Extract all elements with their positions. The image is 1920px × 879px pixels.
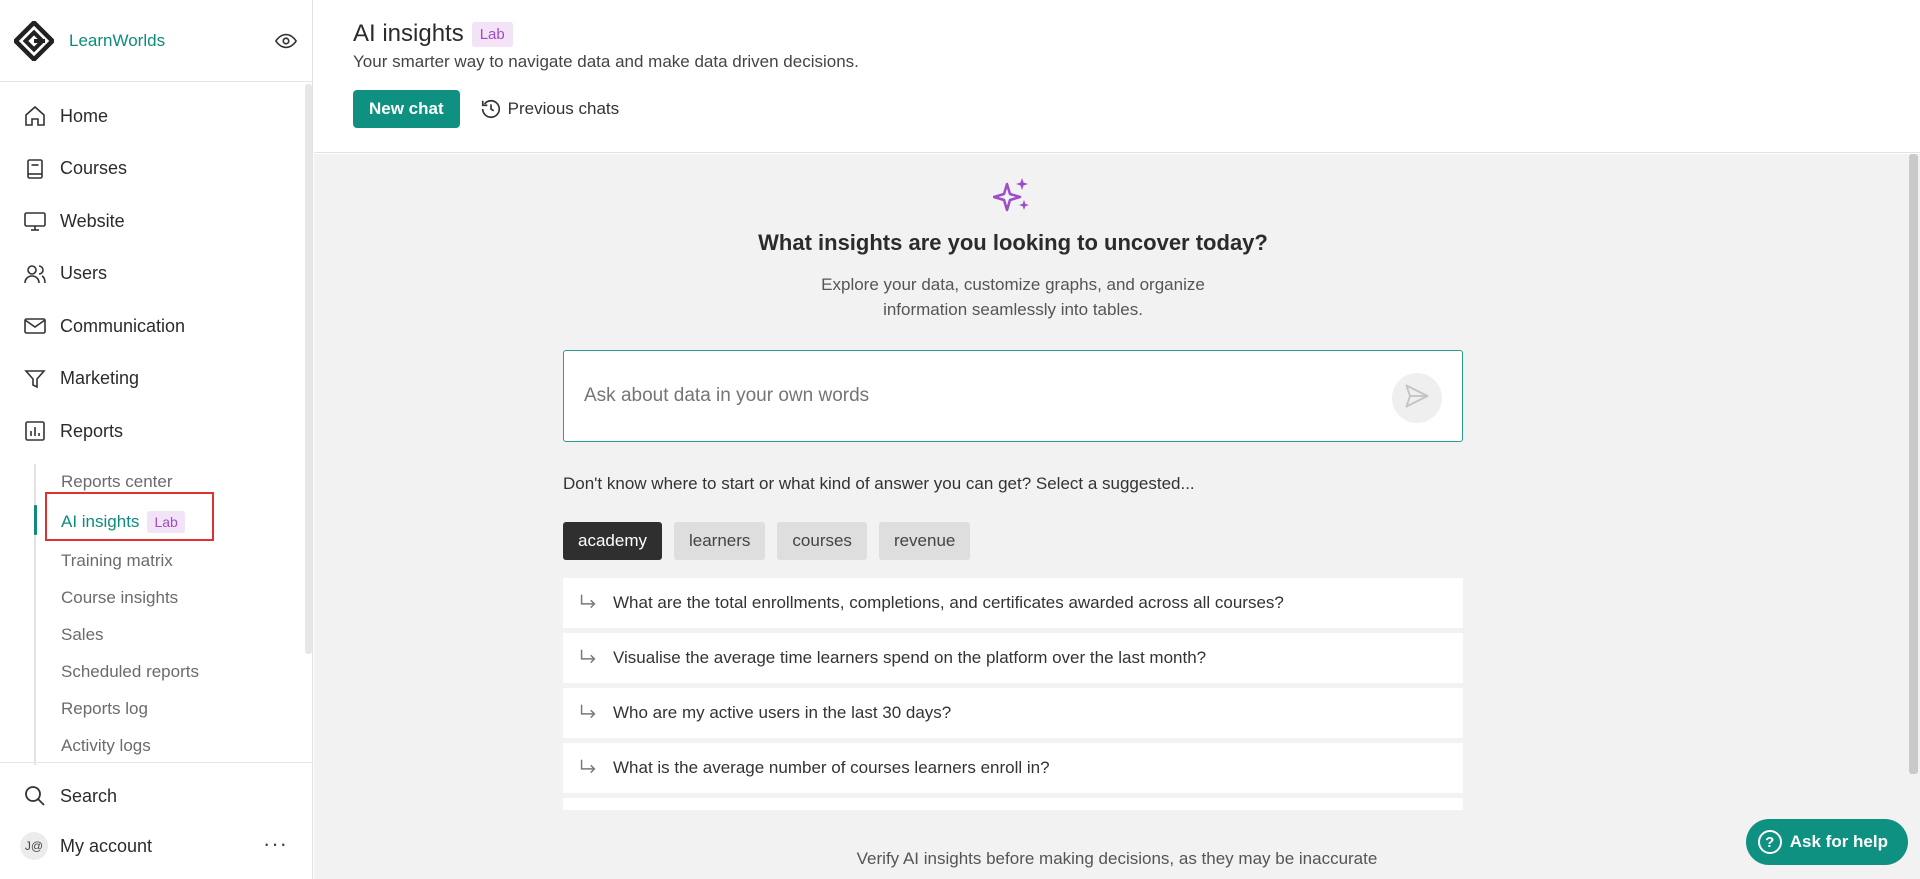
- highlight-annotation-box: [45, 492, 214, 541]
- sidebar-item-reports[interactable]: Reports: [0, 405, 312, 458]
- question-icon: ?: [1757, 830, 1782, 854]
- disclaimer-note: Verify AI insights before making decisio…: [856, 849, 1378, 868]
- lab-badge: Lab: [471, 21, 513, 47]
- sub-item-scheduled-reports[interactable]: Scheduled reports: [34, 654, 312, 691]
- sidebar-item-home[interactable]: Home: [0, 90, 312, 143]
- insights-panel: What insights are you looking to uncover…: [563, 154, 1463, 815]
- suggestion-item[interactable]: Visualise the average time learners spen…: [563, 633, 1463, 683]
- page-header: AI insights Lab Your smarter way to navi…: [314, 0, 1920, 153]
- sparkle-icon: [563, 176, 1463, 214]
- sidebar-item-communication[interactable]: Communication: [0, 300, 312, 353]
- mail-icon: [22, 313, 48, 339]
- arrow-return-icon: [577, 757, 601, 779]
- sub-item-activity-logs[interactable]: Activity logs: [34, 728, 312, 765]
- home-icon: [22, 103, 48, 129]
- suggestion-text: What are the total enrollments, completi…: [613, 593, 1284, 612]
- send-button[interactable]: [1392, 373, 1442, 423]
- sidebar-item-search[interactable]: Search: [0, 771, 313, 821]
- send-icon: [1403, 382, 1431, 415]
- sub-item-training-matrix[interactable]: Training matrix: [34, 543, 312, 580]
- sidebar-item-courses[interactable]: Courses: [0, 143, 312, 196]
- page-title-text: AI insights: [353, 20, 464, 47]
- sub-item-label: Activity logs: [61, 736, 151, 755]
- page-title: AI insights Lab: [353, 20, 1920, 48]
- sidebar-item-label: Home: [60, 105, 109, 126]
- suggestion-list: What are the total enrollments, completi…: [563, 578, 1463, 810]
- monitor-icon: [22, 208, 48, 234]
- suggestion-item[interactable]: What is the average number of courses le…: [563, 743, 1463, 793]
- brand-header: LearnWorlds: [0, 0, 312, 82]
- sub-item-label: Reports log: [61, 699, 148, 718]
- sub-item-sales[interactable]: Sales: [34, 617, 312, 654]
- chip-learners[interactable]: learners: [673, 522, 766, 560]
- diamond-logo-icon[interactable]: [14, 20, 54, 61]
- chart-icon: [22, 418, 48, 444]
- sidebar-item-label: Communication: [60, 315, 186, 336]
- suggestion-hint: Don't know where to start or what kind o…: [563, 474, 1195, 493]
- chip-courses[interactable]: courses: [777, 522, 867, 560]
- page-subtitle: Your smarter way to navigate data and ma…: [353, 52, 859, 71]
- sub-item-label: Reports center: [61, 472, 173, 491]
- sub-item-label: Training matrix: [61, 551, 173, 570]
- chip-revenue[interactable]: revenue: [878, 522, 971, 560]
- eye-icon[interactable]: [274, 29, 298, 53]
- chat-input-box: [563, 350, 1463, 442]
- arrow-return-icon: [577, 702, 601, 724]
- sub-item-label: Sales: [61, 625, 104, 644]
- suggestion-text: What is the average number of courses le…: [613, 758, 1050, 777]
- funnel-icon: [22, 366, 48, 392]
- sidebar-item-label: Reports: [60, 420, 124, 441]
- suggestion-text: Who are my active users in the last 30 d…: [613, 703, 952, 722]
- previous-chats-button[interactable]: Previous chats: [480, 98, 620, 120]
- insights-headline: What insights are you looking to uncover…: [758, 230, 1268, 255]
- sub-item-label: Scheduled reports: [61, 662, 199, 681]
- suggestion-item[interactable]: What are the total enrollments, completi…: [563, 578, 1463, 628]
- more-options-icon[interactable]: ···: [263, 831, 288, 857]
- insights-description: Explore your data, customize graphs, and…: [821, 275, 1205, 319]
- avatar: J@: [20, 832, 48, 860]
- previous-chats-label: Previous chats: [507, 99, 620, 118]
- brand-name[interactable]: LearnWorlds: [69, 31, 165, 51]
- chip-academy[interactable]: academy: [563, 522, 662, 560]
- users-icon: [22, 261, 48, 287]
- search-icon: [22, 783, 48, 809]
- sidebar-item-website[interactable]: Website: [0, 195, 312, 248]
- suggestion-item-partial[interactable]: [563, 798, 1463, 810]
- sidebar-item-marketing[interactable]: Marketing: [0, 353, 312, 406]
- sidebar: LearnWorlds Home Courses Website Users C…: [0, 0, 313, 879]
- chat-input[interactable]: [584, 385, 1364, 407]
- arrow-return-icon: [577, 647, 601, 669]
- sub-item-reports-log[interactable]: Reports log: [34, 691, 312, 728]
- sidebar-item-label: My account: [60, 835, 153, 856]
- history-icon: [480, 98, 502, 120]
- sidebar-item-users[interactable]: Users: [0, 248, 312, 301]
- ask-for-help-button[interactable]: ? Ask for help: [1745, 819, 1908, 865]
- sidebar-item-label: Website: [60, 210, 125, 231]
- suggestion-text: Visualise the average time learners spen…: [613, 648, 1207, 667]
- sidebar-item-label: Users: [60, 263, 108, 284]
- arrow-return-icon: [577, 592, 601, 614]
- sidebar-nav: Home Courses Website Users Communication…: [0, 82, 312, 765]
- ask-for-help-label: Ask for help: [1789, 832, 1888, 851]
- sub-item-label: Course insights: [61, 588, 179, 607]
- sidebar-item-label: Courses: [60, 158, 128, 179]
- new-chat-button[interactable]: New chat: [353, 90, 460, 128]
- sub-item-course-insights[interactable]: Course insights: [34, 580, 312, 617]
- topic-chips: academy learners courses revenue: [563, 522, 1463, 560]
- sidebar-item-label: Search: [60, 785, 118, 806]
- sidebar-bottom: Search J@ My account ···: [0, 762, 313, 879]
- sidebar-item-label: Marketing: [60, 368, 140, 389]
- suggestion-item[interactable]: Who are my active users in the last 30 d…: [563, 688, 1463, 738]
- main-content: What insights are you looking to uncover…: [314, 154, 1920, 879]
- header-actions: New chat Previous chats: [353, 90, 1920, 128]
- main-scrollbar[interactable]: [1909, 154, 1918, 774]
- sidebar-scrollbar[interactable]: [305, 84, 312, 654]
- book-icon: [22, 156, 48, 182]
